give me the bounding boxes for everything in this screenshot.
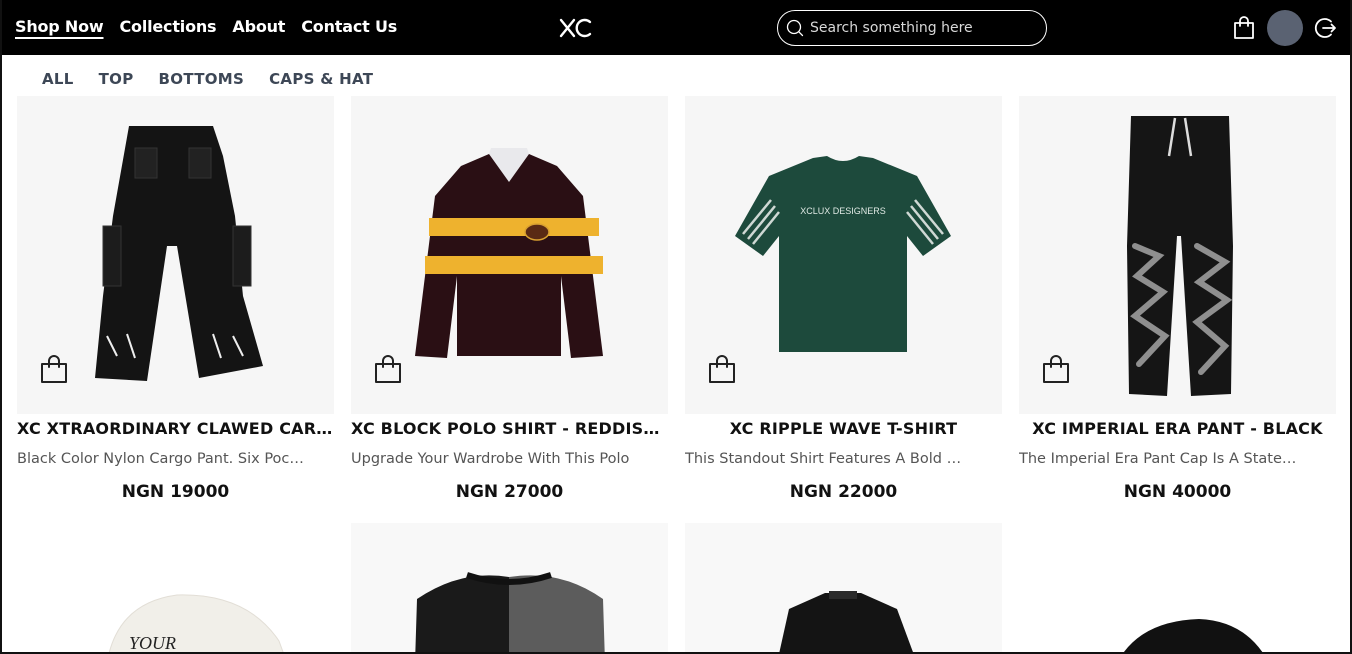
nav-contact-us[interactable]: Contact Us [301, 17, 397, 36]
add-to-cart-icon[interactable] [39, 354, 69, 384]
search-bar [777, 10, 1047, 46]
product-description: Black Color Nylon Cargo Pant. Six Pocket… [17, 451, 320, 467]
product-image[interactable] [1019, 523, 1336, 652]
product-description: The Imperial Era Pant Cap Is A Statement [1019, 451, 1320, 467]
product-name[interactable]: XC RIPPLE WAVE T-SHIRT [685, 419, 1002, 438]
tab-top[interactable]: TOP [99, 70, 134, 88]
product-image[interactable] [685, 523, 1002, 652]
product-price: NGN 27000 [455, 482, 564, 502]
main-nav: Shop Now Collections About Contact Us [15, 17, 397, 36]
product-name[interactable]: XC XTRAORDINARY CLAWED CARGO PANT [17, 419, 334, 438]
nav-collections[interactable]: Collections [120, 17, 217, 36]
nav-shop-now[interactable]: Shop Now [15, 17, 104, 36]
cart-icon[interactable] [1233, 16, 1255, 40]
product-image[interactable] [17, 96, 334, 414]
top-navbar: Shop Now Collections About Contact Us [2, 0, 1350, 55]
add-to-cart-icon[interactable] [373, 354, 403, 384]
add-to-cart-icon[interactable] [707, 354, 737, 384]
product-price: NGN 19000 [121, 482, 230, 502]
product-image[interactable]: YOUR [17, 523, 334, 653]
nav-about[interactable]: About [232, 17, 285, 36]
add-to-cart-icon[interactable] [1041, 354, 1071, 384]
product-image[interactable] [351, 96, 668, 414]
product-name[interactable]: XC BLOCK POLO SHIRT - REDDISH BROWN [351, 419, 668, 438]
search-icon [786, 19, 804, 37]
product-name[interactable]: XC IMPERIAL ERA PANT - BLACK [1019, 419, 1336, 438]
shirt-image [779, 591, 913, 652]
brand-logo[interactable] [559, 16, 593, 40]
page-frame: Shop Now Collections About Contact Us Se… [0, 0, 1352, 654]
product-price: NGN 22000 [789, 482, 898, 502]
product-description: This Standout Shirt Features A Bold Desi… [685, 451, 997, 467]
cap-print-text: YOUR [129, 633, 176, 653]
tab-all[interactable]: ALL [42, 70, 74, 88]
category-tabs: ALL TOP BOTTOMS CAPS & HAT [42, 70, 373, 88]
tab-caps-hat[interactable]: CAPS & HAT [269, 70, 373, 88]
tab-bottoms[interactable]: BOTTOMS [159, 70, 245, 88]
tshirt-print-text: XCLUX DESIGNERS [800, 206, 886, 216]
logout-icon[interactable] [1313, 16, 1337, 40]
vest-image [415, 572, 605, 652]
product-image[interactable] [1019, 96, 1336, 414]
product-image[interactable] [351, 523, 668, 652]
product-description: Upgrade Your Wardrobe With This Polo [351, 451, 630, 467]
product-image[interactable]: XCLUX DESIGNERS [685, 96, 1002, 414]
product-price: NGN 40000 [1123, 482, 1232, 502]
search-input[interactable] [810, 20, 1030, 36]
cap-image: YOUR [108, 594, 284, 653]
cap-black-image [1124, 619, 1263, 652]
user-avatar[interactable] [1267, 10, 1303, 46]
